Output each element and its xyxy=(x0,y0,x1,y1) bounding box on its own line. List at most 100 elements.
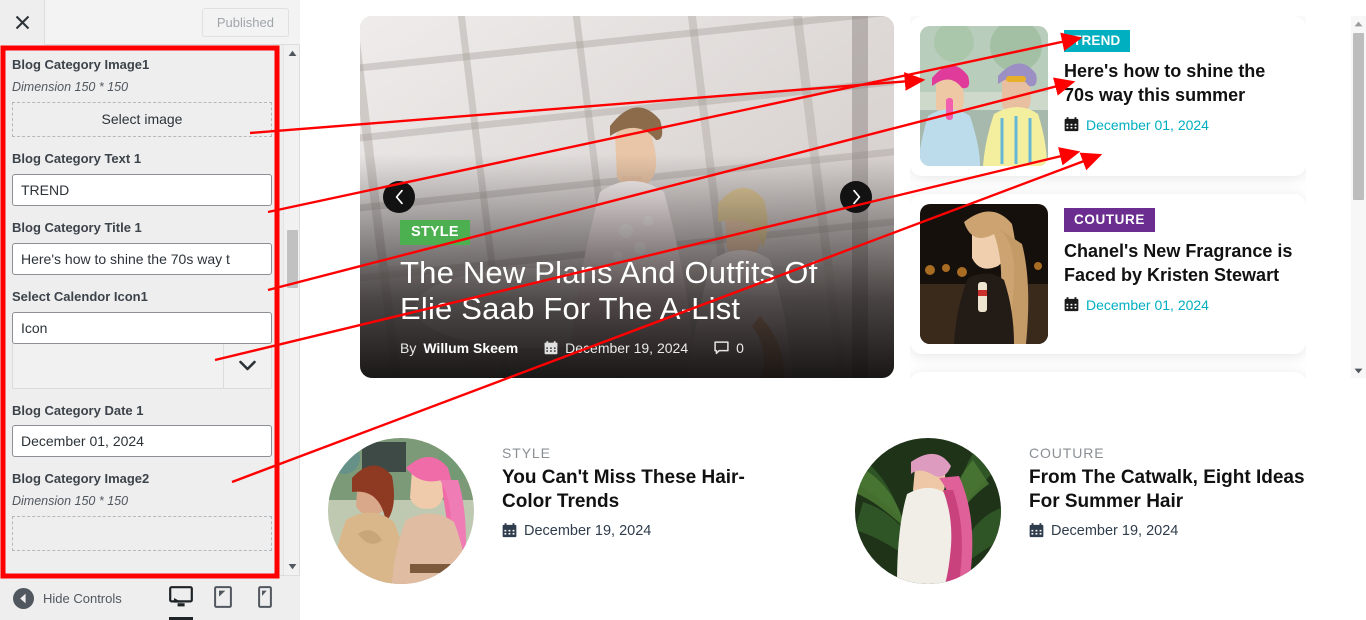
side-card-body: COUTURE Chanel's New Fragrance is Faced … xyxy=(1064,204,1296,344)
side-article-card[interactable]: TREND Here's how to shine the 70s way th… xyxy=(910,16,1306,176)
bottom-card-category[interactable]: STYLE xyxy=(502,445,788,461)
side-card-photo-art xyxy=(920,26,1048,166)
scrollbar-thumb[interactable] xyxy=(287,230,298,288)
side-scroll-down-button[interactable] xyxy=(1351,363,1366,378)
side-card-date[interactable]: December 01, 2024 xyxy=(1064,297,1296,313)
device-desktop-button[interactable] xyxy=(160,576,202,620)
side-card-title[interactable]: Here's how to shine the 70s way this sum… xyxy=(1064,60,1296,108)
hero-slider[interactable]: STYLE The New Plans And Outfits Of Elie … xyxy=(360,16,894,378)
published-button[interactable]: Published xyxy=(201,7,289,37)
hero-author-prefix: By xyxy=(400,340,417,356)
side-card-badge[interactable]: COUTURE xyxy=(1064,208,1155,232)
calendor-icon-input[interactable] xyxy=(12,311,272,344)
side-article-list: TREND Here's how to shine the 70s way th… xyxy=(910,16,1306,378)
triangle-down-icon xyxy=(1354,368,1363,373)
field-description: Dimension 150 * 150 xyxy=(12,79,129,94)
bottom-card-title[interactable]: From The Catwalk, Eight Ideas For Summer… xyxy=(1029,466,1315,515)
bottom-card-date-text: December 19, 2024 xyxy=(524,522,652,539)
control-blog-category-date1: Blog Category Date 1 xyxy=(12,403,272,458)
hero-title[interactable]: The New Plans And Outfits Of Elie Saab F… xyxy=(400,255,864,327)
triangle-up-icon xyxy=(1354,21,1363,26)
side-scroll-up-button[interactable] xyxy=(1351,16,1366,31)
blog-category-title1-input[interactable] xyxy=(12,242,272,275)
comment-icon xyxy=(714,341,729,355)
chevron-down-icon xyxy=(239,360,256,371)
bottom-card-photo-art xyxy=(328,438,474,584)
bottom-card-photo-art xyxy=(855,438,1001,584)
side-card-badge[interactable]: TREND xyxy=(1064,30,1130,52)
field-label: Blog Category Date 1 xyxy=(12,402,144,418)
hero-category-badge[interactable]: STYLE xyxy=(400,220,470,246)
triangle-up-icon xyxy=(288,50,296,56)
customizer-controls-list: Blog Category Image1 Dimension 150 * 150… xyxy=(0,45,284,575)
side-card-date-text: December 01, 2024 xyxy=(1086,296,1209,313)
side-article-card-partial[interactable] xyxy=(910,372,1306,378)
blog-category-date1-input[interactable] xyxy=(12,425,272,458)
customizer-header: Published xyxy=(0,0,300,45)
select-image-button[interactable]: Select image xyxy=(12,101,272,137)
bottom-card-title[interactable]: You Can't Miss These Hair-Color Trends xyxy=(502,466,788,515)
bottom-card-date: December 19, 2024 xyxy=(1029,523,1315,539)
hide-controls-button[interactable]: Hide Controls xyxy=(13,587,122,609)
side-card-photo-art xyxy=(920,204,1048,344)
field-label: Blog Category Text 1 xyxy=(12,150,142,166)
bottom-article-card[interactable]: STYLE You Can't Miss These Hair-Color Tr… xyxy=(328,438,788,603)
bottom-card-date: December 19, 2024 xyxy=(502,523,788,539)
dropdown-toggle[interactable] xyxy=(223,343,271,388)
device-tablet-button[interactable] xyxy=(202,576,244,620)
hero-content: STYLE The New Plans And Outfits Of Elie … xyxy=(400,220,864,356)
control-blog-category-text1: Blog Category Text 1 xyxy=(12,151,272,206)
side-list-scrollbar[interactable] xyxy=(1351,16,1366,378)
hero-meta: By Willum Skeem December 19, 2024 0 xyxy=(400,340,864,356)
field-label: Blog Category Image2 xyxy=(12,471,150,487)
hero-comment-count: 0 xyxy=(736,340,744,356)
field-label: Select Calendor Icon1 xyxy=(12,288,148,304)
close-icon xyxy=(15,15,29,30)
hero-date-text: December 19, 2024 xyxy=(565,340,689,356)
hero-author-name[interactable]: Willum Skeem xyxy=(423,340,518,356)
side-card-date-text: December 01, 2024 xyxy=(1086,116,1209,133)
tablet-icon xyxy=(214,585,232,608)
calendar-icon xyxy=(1064,297,1079,312)
customizer-panel: Published Blog Category Image1 Dimension… xyxy=(0,0,300,620)
chevron-right-icon xyxy=(852,189,860,205)
select-image-button-2[interactable] xyxy=(12,516,272,552)
side-card-title[interactable]: Chanel's New Fragrance is Faced by Krist… xyxy=(1064,240,1296,288)
calendar-icon xyxy=(502,523,517,538)
customizer-footer: Hide Controls xyxy=(0,575,300,620)
blog-category-text1-input[interactable] xyxy=(12,173,272,206)
side-article-card[interactable]: COUTURE Chanel's New Fragrance is Faced … xyxy=(910,194,1306,354)
bottom-card-image xyxy=(328,438,474,584)
bottom-card-category[interactable]: COUTURE xyxy=(1029,445,1315,461)
field-label: Blog Category Title 1 xyxy=(12,219,142,235)
device-preview-buttons xyxy=(160,576,300,620)
control-blog-category-title1: Blog Category Title 1 xyxy=(12,220,272,275)
side-card-body: TREND Here's how to shine the 70s way th… xyxy=(1064,26,1296,166)
device-mobile-button[interactable] xyxy=(244,576,286,620)
mobile-icon xyxy=(258,585,272,608)
side-card-image xyxy=(920,204,1048,344)
triangle-down-icon xyxy=(288,564,296,570)
hero-date: December 19, 2024 xyxy=(544,340,688,356)
hero-next-button[interactable] xyxy=(840,181,872,213)
hero-prev-button[interactable] xyxy=(383,181,415,213)
bottom-article-card[interactable]: COUTURE From The Catwalk, Eight Ideas Fo… xyxy=(855,438,1315,603)
chevron-left-icon xyxy=(395,189,403,205)
customizer-scrollbar[interactable] xyxy=(283,45,299,575)
hide-controls-label: Hide Controls xyxy=(43,590,122,606)
scroll-up-button[interactable] xyxy=(284,45,300,62)
scroll-down-button[interactable] xyxy=(284,558,300,575)
side-scrollbar-thumb[interactable] xyxy=(1353,33,1364,200)
calendar-icon xyxy=(1064,117,1079,132)
close-customizer-button[interactable] xyxy=(0,0,45,45)
control-select-calendor-icon1: Select Calendor Icon1 xyxy=(12,289,272,389)
calendar-icon xyxy=(544,341,558,355)
field-description: Dimension 150 * 150 xyxy=(12,494,129,509)
calendor-icon-dropdown[interactable] xyxy=(12,342,272,389)
site-preview-frame: STYLE The New Plans And Outfits Of Elie … xyxy=(300,0,1366,620)
control-blog-category-image2: Blog Category Image2 Dimension 150 * 150 xyxy=(12,471,272,552)
bottom-card-body: STYLE You Can't Miss These Hair-Color Tr… xyxy=(502,438,788,603)
side-card-date[interactable]: December 01, 2024 xyxy=(1064,117,1296,133)
bottom-card-image xyxy=(855,438,1001,584)
bottom-card-body: COUTURE From The Catwalk, Eight Ideas Fo… xyxy=(1029,438,1315,603)
